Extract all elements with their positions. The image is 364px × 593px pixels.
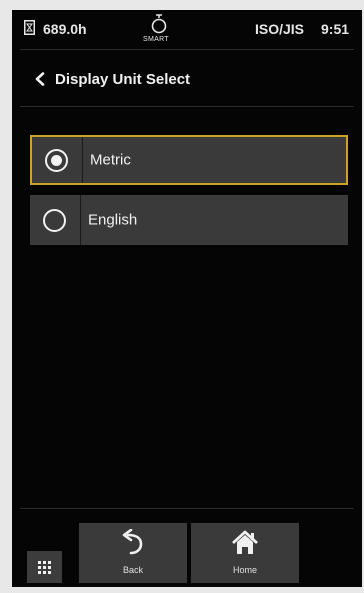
undo-arrow-icon [122,529,143,555]
radio-button[interactable] [43,208,66,232]
status-bar: 689.0h SMART ISO/JIS 9:51 [12,10,362,48]
home-icon [232,530,258,554]
screen-header[interactable]: Display Unit Select [34,66,190,92]
option-label: Metric [90,151,131,169]
grid-menu-icon [38,561,51,574]
header-divider [20,106,354,107]
chevron-left-icon[interactable] [34,72,46,86]
radio-button-selected[interactable] [45,148,68,172]
home-label: Home [232,565,257,575]
radio-zone[interactable] [30,195,81,245]
radio-zone[interactable] [32,137,83,183]
clock-time: 9:51 [321,21,350,37]
option-english[interactable]: English [30,195,348,245]
option-metric[interactable]: Metric [30,135,348,185]
option-label: English [88,211,138,229]
smart-label: SMART [143,36,169,43]
standard-indicator: ISO/JIS [255,21,305,37]
smart-bulb-icon [151,14,167,34]
back-button[interactable]: Back [79,523,187,583]
hour-meter-value: 689.0h [43,21,87,37]
home-button[interactable]: Home [191,523,299,583]
hour-meter-icon [24,20,35,35]
footer-divider [20,508,354,509]
radio-dot [51,154,62,166]
page-title: Display Unit Select [55,70,191,88]
display-screen: 689.0h SMART ISO/JIS 9:51 Display Unit S… [12,10,362,587]
status-divider [20,49,354,50]
back-label: Back [122,565,143,575]
menu-button[interactable] [27,551,62,583]
